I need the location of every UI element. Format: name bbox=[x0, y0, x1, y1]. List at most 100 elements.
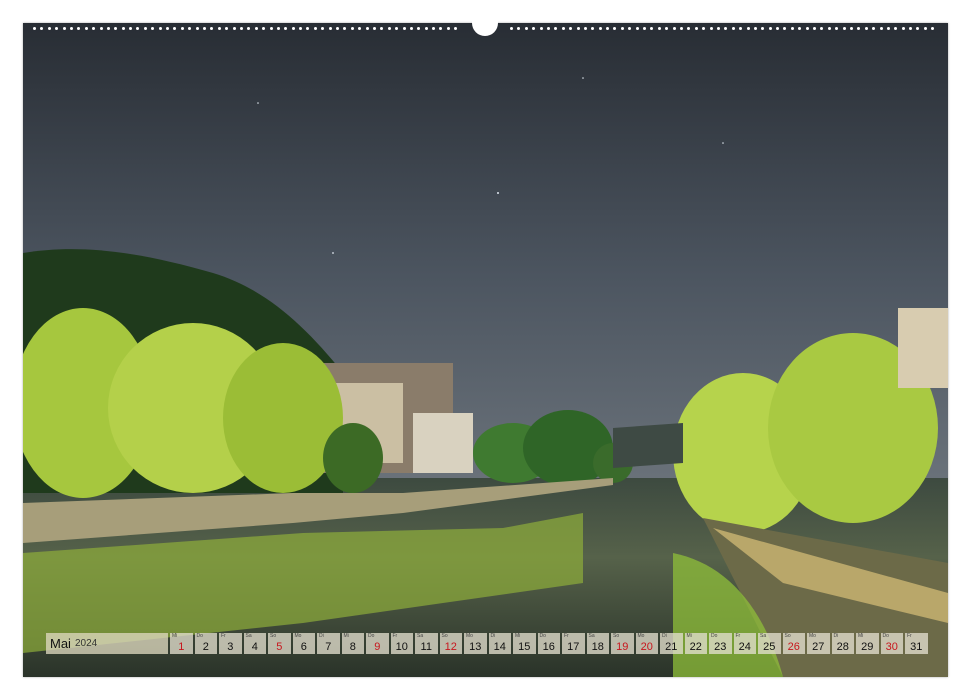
binding-hole bbox=[524, 26, 528, 30]
weekday-label: Mo bbox=[466, 633, 473, 639]
day-cell: Di 28 bbox=[831, 633, 854, 654]
binding-hole bbox=[166, 26, 170, 30]
binding-hole bbox=[746, 26, 750, 30]
binding-hole bbox=[276, 26, 280, 30]
day-cell: Di 14 bbox=[488, 633, 511, 654]
binding-hole bbox=[417, 26, 421, 30]
day-number: 11 bbox=[420, 641, 432, 653]
binding-hole bbox=[606, 26, 610, 30]
binding-hole bbox=[554, 26, 558, 30]
binding-hole bbox=[114, 26, 118, 30]
day-cell: Sa 25 bbox=[758, 633, 781, 654]
day-cell: Fr 10 bbox=[390, 633, 413, 654]
weekday-label: Mo bbox=[637, 633, 645, 639]
binding-hole bbox=[350, 26, 354, 30]
binding-hole bbox=[262, 26, 266, 30]
binding-hole bbox=[210, 26, 214, 30]
day-cell: Fr 31 bbox=[905, 633, 928, 654]
binding-hole bbox=[813, 26, 817, 30]
binding-hole bbox=[372, 26, 376, 30]
binding-hole bbox=[931, 26, 935, 30]
day-number: 3 bbox=[227, 641, 234, 653]
day-cell: Do 2 bbox=[194, 633, 217, 654]
binding-hole bbox=[709, 26, 713, 30]
binding-hole bbox=[886, 26, 890, 30]
weekday-label: Mi bbox=[343, 633, 349, 639]
binding-hole bbox=[517, 26, 521, 30]
binding-hole bbox=[790, 26, 794, 30]
weekday-label: Mi bbox=[686, 633, 692, 639]
day-number: 17 bbox=[567, 641, 580, 653]
night-river-townscape-image bbox=[23, 23, 948, 677]
day-cell: Mo 27 bbox=[807, 633, 830, 654]
month-year: 2024 bbox=[74, 638, 98, 649]
binding-hole bbox=[657, 26, 661, 30]
month-label-cell: Mai 2024 bbox=[46, 633, 168, 654]
day-cell: Sa 11 bbox=[415, 633, 438, 654]
day-number: 6 bbox=[300, 641, 307, 653]
weekday-label: Fr bbox=[907, 633, 912, 639]
binding-hole bbox=[576, 26, 580, 30]
binding-hole bbox=[872, 26, 876, 30]
binding-hole bbox=[628, 26, 632, 30]
binding-hole bbox=[879, 26, 883, 30]
day-cell: So 12 bbox=[439, 633, 462, 654]
day-cell: Mo 20 bbox=[635, 633, 658, 654]
binding-hole bbox=[635, 26, 639, 30]
calendar-page: Mai 2024 Mi 1 Do 2 Fr 3 Sa 4 So 5 Mo 6 Di 7 Mi 8 Do 9 Fr 10… bbox=[0, 0, 971, 700]
binding-hole bbox=[532, 26, 536, 30]
binding-hole bbox=[835, 26, 839, 30]
binding-hole bbox=[402, 26, 406, 30]
binding-hole bbox=[820, 26, 824, 30]
day-number: 2 bbox=[202, 641, 209, 653]
binding-hole bbox=[643, 26, 647, 30]
binding-hole bbox=[106, 26, 110, 30]
weekday-label: Sa bbox=[245, 633, 252, 639]
day-cell: Sa 18 bbox=[586, 633, 609, 654]
binding-hole bbox=[583, 26, 587, 30]
month-name: Mai bbox=[50, 636, 71, 651]
binding-hole bbox=[857, 26, 861, 30]
binding-hole bbox=[620, 26, 624, 30]
binding-hole bbox=[539, 26, 543, 30]
binding-hole bbox=[173, 26, 177, 30]
weekday-label: So bbox=[784, 633, 791, 639]
binding-hole bbox=[202, 26, 206, 30]
day-number: 26 bbox=[787, 641, 800, 653]
binding-hole bbox=[77, 26, 81, 30]
weekday-label: Di bbox=[319, 633, 324, 639]
binding-hole bbox=[424, 26, 428, 30]
binding-hole bbox=[151, 26, 155, 30]
day-number: 23 bbox=[714, 641, 727, 653]
day-cell: Fr 24 bbox=[733, 633, 756, 654]
binding-hole bbox=[69, 26, 73, 30]
binding-hole bbox=[510, 26, 513, 30]
binding-holes-left bbox=[33, 25, 462, 31]
binding-hole bbox=[40, 26, 44, 30]
weekday-label: So bbox=[441, 633, 448, 639]
weekday-label: Di bbox=[833, 633, 839, 639]
binding-hole bbox=[783, 26, 787, 30]
day-cell: So 19 bbox=[611, 633, 634, 654]
day-cell: Mi 8 bbox=[341, 633, 364, 654]
binding-hole bbox=[409, 26, 413, 30]
day-cell: Do 23 bbox=[709, 633, 732, 654]
binding-hole bbox=[687, 26, 691, 30]
day-number: 24 bbox=[738, 641, 751, 653]
binding-hole bbox=[321, 26, 325, 30]
day-number: 31 bbox=[910, 641, 923, 653]
binding-hole bbox=[47, 26, 51, 30]
binding-hole bbox=[306, 26, 310, 30]
weekday-label: Fr bbox=[735, 633, 741, 639]
binding-hole bbox=[702, 26, 706, 30]
weekday-label: Sa bbox=[417, 633, 424, 639]
day-cell: Di 7 bbox=[317, 633, 340, 654]
binding-hole bbox=[158, 26, 162, 30]
day-number: 8 bbox=[349, 641, 356, 653]
day-number: 22 bbox=[689, 641, 702, 653]
binding-hole bbox=[225, 26, 229, 30]
binding-hole bbox=[217, 26, 221, 30]
day-cell: So 5 bbox=[268, 633, 291, 654]
weekday-label: So bbox=[613, 633, 620, 639]
binding-hole bbox=[365, 26, 369, 30]
